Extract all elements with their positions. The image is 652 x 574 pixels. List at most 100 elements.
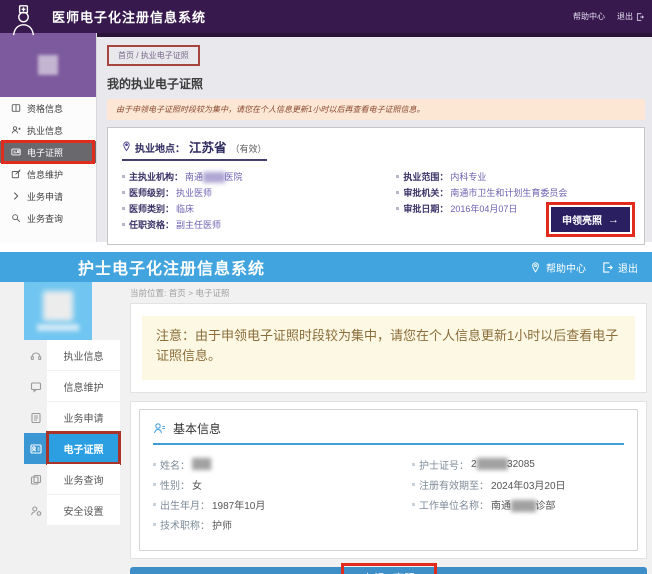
practice-location-header: 执业地点： 江苏省 （有效）	[122, 137, 267, 161]
sidebar-item-e-certificate[interactable]: 电子证照	[0, 141, 96, 163]
sidebar-item-label[interactable]: 信息维护	[47, 371, 120, 402]
sidebar-item-info-maintenance[interactable]: 信息维护	[24, 371, 120, 402]
breadcrumb-separator: /	[136, 51, 138, 60]
field-technical-title: 技术职称： 护师	[153, 514, 412, 534]
field-label: 审批机关：	[403, 186, 448, 199]
field-gender: 性别： 女	[153, 474, 412, 494]
document-icon	[24, 402, 47, 433]
sidebar-item-label[interactable]: 安全设置	[47, 495, 120, 526]
bullet-dot	[122, 191, 125, 194]
sidebar-item-business-query[interactable]: 业务查询	[24, 464, 120, 495]
physician-header-links: 帮助中心 退出	[573, 11, 644, 22]
sidebar-item-label: 业务申请	[27, 190, 63, 203]
sidebar-item-practice-info[interactable]: 执业信息	[24, 340, 120, 371]
sidebar-item-label-text: 电子证照	[64, 441, 104, 456]
logout-label: 退出	[618, 260, 638, 275]
redacted-text: ███	[192, 459, 210, 470]
nurse-avatar	[24, 282, 92, 340]
breadcrumb-prefix: 当前位置:	[130, 288, 169, 298]
avatar-photo-blurred	[38, 55, 58, 75]
field-birth-date: 出生年月： 1987年10月	[153, 494, 412, 514]
breadcrumb-home-link[interactable]: 首页	[169, 288, 186, 298]
edit-pencil-icon	[11, 169, 21, 179]
field-value: 南通████诊部	[491, 497, 555, 512]
breadcrumb-current: 电子证照	[195, 288, 229, 298]
field-label: 姓名：	[160, 457, 190, 472]
screenshot-root: 医师电子化注册信息系统 帮助中心 退出 资格信息 执业信息	[0, 0, 652, 574]
physician-logout-link[interactable]: 退出	[617, 11, 644, 22]
sidebar-item-security-settings[interactable]: 安全设置	[24, 495, 120, 526]
apply-certificate-bar-wrap: 申领 | 亮照	[130, 567, 647, 574]
bullet-dot	[396, 191, 399, 194]
sidebar-item-label[interactable]: 业务申请	[47, 402, 120, 433]
bullet-dot	[153, 483, 156, 486]
location-value: 江苏省	[189, 137, 227, 156]
field-label: 技术职称：	[160, 517, 210, 532]
field-label: 注册有效期至：	[419, 477, 489, 492]
location-pin-icon	[530, 262, 541, 273]
chat-bubble-icon	[24, 371, 47, 402]
nurse-header: 护士电子化注册信息系统 帮助中心 退出	[0, 252, 652, 282]
basic-info-panel: 基本信息 姓名： ███ 性别	[139, 409, 638, 551]
nurse-help-link[interactable]: 帮助中心	[530, 260, 586, 275]
sidebar-item-label: 电子证照	[27, 146, 63, 159]
page-title: 我的执业电子证照	[107, 75, 645, 92]
field-value: 临床	[176, 202, 194, 215]
notice-card: 注意：由于申领电子证照时段较为集中，请您在个人信息更新1小时以后查看电子证照信息…	[130, 303, 647, 393]
bullet-dot	[412, 503, 415, 506]
bullet-dot	[412, 463, 415, 466]
id-card-icon	[11, 147, 21, 157]
sidebar-item-practice-info[interactable]: 执业信息	[0, 119, 96, 141]
field-label: 主执业机构：	[129, 170, 183, 183]
sidebar-item-qualification-info[interactable]: 资格信息	[0, 97, 96, 119]
field-value: 2█████32085	[471, 459, 535, 470]
sidebar-item-business-application[interactable]: 业务申请	[0, 185, 96, 207]
physician-main: 首页 / 执业电子证照 我的执业电子证照 由于申领电子证照时段较为集中，请您在个…	[97, 33, 652, 242]
field-physician-category: 医师类别： 临床	[122, 200, 396, 216]
apply-button-label: 申领亮照	[562, 212, 602, 227]
search-icon	[11, 213, 21, 223]
sidebar-item-business-application[interactable]: 业务申请	[24, 402, 120, 433]
redacted-text: █████	[477, 459, 507, 470]
field-value: 女	[192, 477, 202, 492]
nurse-logout-link[interactable]: 退出	[602, 260, 638, 275]
person-card-icon	[153, 422, 166, 435]
help-label: 帮助中心	[573, 11, 605, 22]
bullet-dot	[122, 207, 125, 210]
sidebar-item-label[interactable]: 业务查询	[47, 464, 120, 495]
redacted-text: ████	[511, 501, 535, 512]
field-main-organization: 主执业机构： 南通████医院	[122, 168, 396, 184]
nurse-app-title: 护士电子化注册信息系统	[78, 255, 265, 279]
sidebar-item-label[interactable]: 电子证照	[47, 433, 120, 464]
field-value: 护师	[212, 517, 232, 532]
basic-info-header: 基本信息	[153, 420, 624, 445]
apply-certificate-button[interactable]: 申领 | 亮照	[130, 567, 647, 574]
apply-certificate-button[interactable]: 申领亮照 →	[551, 207, 630, 232]
copy-icon	[24, 464, 47, 495]
sidebar-item-label[interactable]: 执业信息	[47, 340, 120, 371]
sidebar-item-e-certificate[interactable]: 电子证照	[24, 433, 120, 464]
doctor-logo-icon	[10, 5, 37, 36]
field-value: 执业医师	[176, 186, 212, 199]
logout-label: 退出	[617, 11, 633, 22]
breadcrumb-home-link[interactable]: 首页	[118, 51, 134, 60]
sidebar-item-info-maintenance[interactable]: 信息维护	[0, 163, 96, 185]
avatar-name-blurred	[37, 324, 79, 331]
physician-help-link[interactable]: 帮助中心	[573, 11, 605, 22]
sidebar-item-label: 信息维护	[27, 168, 63, 181]
field-label: 工作单位名称：	[419, 497, 489, 512]
field-label: 医师级别：	[129, 186, 174, 199]
field-practice-scope: 执业范围： 内科专业	[396, 168, 630, 184]
bullet-dot	[122, 175, 125, 178]
nurse-header-links: 帮助中心 退出	[530, 260, 638, 275]
person-plus-icon	[11, 125, 21, 135]
field-value: 南通市卫生和计划生育委员会	[450, 186, 567, 199]
field-label: 任职资格：	[129, 218, 174, 231]
physician-app-title: 医师电子化注册信息系统	[52, 7, 206, 26]
field-value: 副主任医师	[176, 218, 221, 231]
location-label: 执业地点：	[135, 140, 185, 155]
basic-info-fields: 姓名： ███ 性别： 女 出生年月：	[153, 454, 624, 534]
breadcrumb: 当前位置: 首页 > 电子证照	[130, 287, 647, 299]
sidebar-item-business-query[interactable]: 业务查询	[0, 207, 96, 229]
breadcrumb-current: 执业电子证照	[141, 51, 189, 60]
